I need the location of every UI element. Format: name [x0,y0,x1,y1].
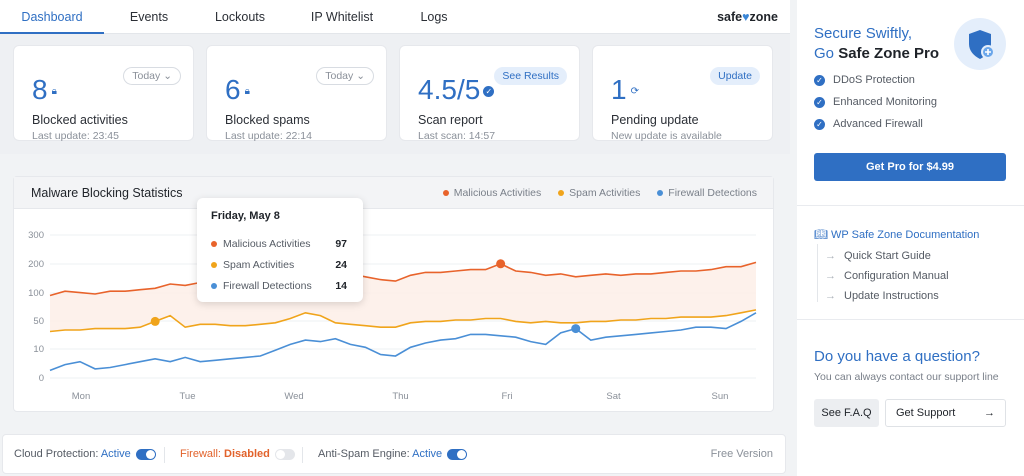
pro-title: Secure Swiftly, Go Safe Zone Pro [814,25,940,62]
x-tick-label: Thu [392,391,408,402]
tab-ip-whitelist[interactable]: IP Whitelist [286,0,398,34]
top-nav: Dashboard Events Lockouts IP Whitelist L… [0,0,790,34]
book-icon: 📖︎ [814,229,828,241]
check-icon: ✓ [814,74,825,86]
version-label: Free Version [710,448,773,460]
arrow-right-icon: → [825,290,836,302]
card-label: Pending update [611,113,699,127]
y-tick-label: 300 [28,230,44,241]
brand-right: zone [749,10,778,24]
card-label: Blocked spams [225,113,310,127]
anti-spam-toggle[interactable] [447,448,468,460]
doc-link-configuration[interactable]: → Configuration Manual [825,270,949,282]
tab-lockouts[interactable]: Lockouts [194,0,286,34]
card-sub: Last update: 23:45 [32,130,119,142]
shield-icon [954,18,1006,70]
feature-ddos: ✓ DDoS Protection [814,74,915,86]
legend-malicious[interactable]: Malicious Activities [442,187,541,199]
see-results-button[interactable]: See Results [494,67,567,85]
check-icon: ✓ [483,86,495,98]
chart-tooltip: Friday, May 8 Malicious Activities 97 Spa… [197,198,363,302]
y-tick-label: 100 [28,288,44,299]
x-tick-label: Sun [712,391,729,402]
y-tick-label: 0 [39,373,44,384]
card-sub: Last scan: 14:57 [418,130,496,142]
malware-chart: Malware Blocking Statistics Malicious Ac… [13,176,774,412]
card-value: 6 🔒︎ [225,74,250,105]
x-tick-label: Fri [501,391,512,402]
x-tick-label: Sat [606,391,621,402]
card-value: 1 ⟳ [611,74,639,105]
chart-title: Malware Blocking Statistics [31,186,183,200]
firewall-toggle[interactable] [274,448,295,460]
chart-plot[interactable]: 30020010050100Mon Tue Wed Thu Fri Sat Sun [14,209,775,411]
card-value: 8 🔒︎ [32,74,57,105]
anti-spam-status: Anti-Spam Engine: Active [318,448,468,460]
update-button[interactable]: Update [710,67,760,85]
highlight-point [571,324,581,334]
doc-link-quick-start[interactable]: → Quick Start Guide [825,250,931,262]
x-tick-label: Tue [179,391,195,402]
card-scan-report: 4.5/5 ✓ See Results Scan report Last scan… [399,45,580,142]
period-select[interactable]: Today ⌄ [316,67,374,85]
cloud-protection-toggle[interactable] [135,448,156,460]
legend-spam[interactable]: Spam Activities [558,187,640,199]
stat-cards: 8 🔒︎ Today ⌄ Blocked activities Last upda… [0,34,790,154]
status-footer: Cloud Protection: Active Firewall: Disab… [2,434,786,474]
card-blocked-activities: 8 🔒︎ Today ⌄ Blocked activities Last upda… [13,45,194,142]
y-tick-label: 10 [33,344,44,355]
lock-icon: 🔒︎ [51,86,57,98]
y-tick-label: 200 [28,259,44,270]
card-blocked-spams: 6 🔒︎ Today ⌄ Blocked spams Last update: 2… [206,45,387,142]
question-sub: You can always contact our support line [814,371,999,383]
arrow-right-icon: → [825,250,836,262]
card-label: Blocked activities [32,113,128,127]
tooltip-title: Friday, May 8 [211,210,280,222]
y-tick-label: 50 [33,316,44,327]
tooltip-row-malicious: Malicious Activities 97 [211,238,351,250]
tab-events[interactable]: Events [104,0,194,34]
brand-logo: safe♥zone [717,0,778,34]
highlight-point [496,259,506,269]
main-area: Dashboard Events Lockouts IP Whitelist L… [0,0,790,476]
brand-left: safe [717,10,743,24]
legend-firewall[interactable]: Firewall Detections [657,187,757,199]
tooltip-row-spam: Spam Activities 24 [211,259,351,271]
card-value: 4.5/5 ✓ [418,74,495,106]
card-label: Scan report [418,113,483,127]
get-support-button[interactable]: Get Support → [885,399,1006,427]
feature-firewall: ✓ Advanced Firewall [814,118,923,130]
feature-monitoring: ✓ Enhanced Monitoring [814,96,937,108]
get-pro-button[interactable]: Get Pro for $4.99 [814,153,1006,181]
refresh-icon: ⟳ [630,86,639,98]
chart-legend: Malicious Activities Spam Activities Fir… [429,187,757,199]
firewall-status: Firewall: Disabled [180,448,295,460]
card-sub: New update is available [611,130,722,142]
chart-header: Malware Blocking Statistics Malicious Ac… [14,177,773,209]
check-icon: ✓ [814,96,825,108]
card-value-total: /5 [456,74,481,105]
question-title: Do you have a question? [814,348,980,365]
cloud-protection-status: Cloud Protection: Active [14,448,156,460]
documentation-link[interactable]: 📖︎ WP Safe Zone Documentation [814,228,979,241]
sidebar: Secure Swiftly, Go Safe Zone Pro ✓ DDoS P… [797,0,1024,476]
card-sub: Last update: 22:14 [225,130,312,142]
period-select[interactable]: Today ⌄ [123,67,181,85]
check-icon: ✓ [814,118,825,130]
lock-icon: 🔒︎ [244,86,250,98]
heart-shield-icon: ♥ [742,10,750,24]
tab-dashboard[interactable]: Dashboard [0,0,104,34]
card-pending-update: 1 ⟳ Update Pending update New update is a… [592,45,773,142]
tooltip-row-firewall: Firewall Detections 14 [211,280,351,292]
x-tick-label: Wed [284,391,303,402]
x-tick-label: Mon [72,391,90,402]
arrow-right-icon: → [984,407,995,419]
highlight-point [150,316,160,326]
tab-logs[interactable]: Logs [398,0,470,34]
doc-link-update[interactable]: → Update Instructions [825,290,939,302]
arrow-right-icon: → [825,270,836,282]
faq-button[interactable]: See F.A.Q [814,399,879,427]
